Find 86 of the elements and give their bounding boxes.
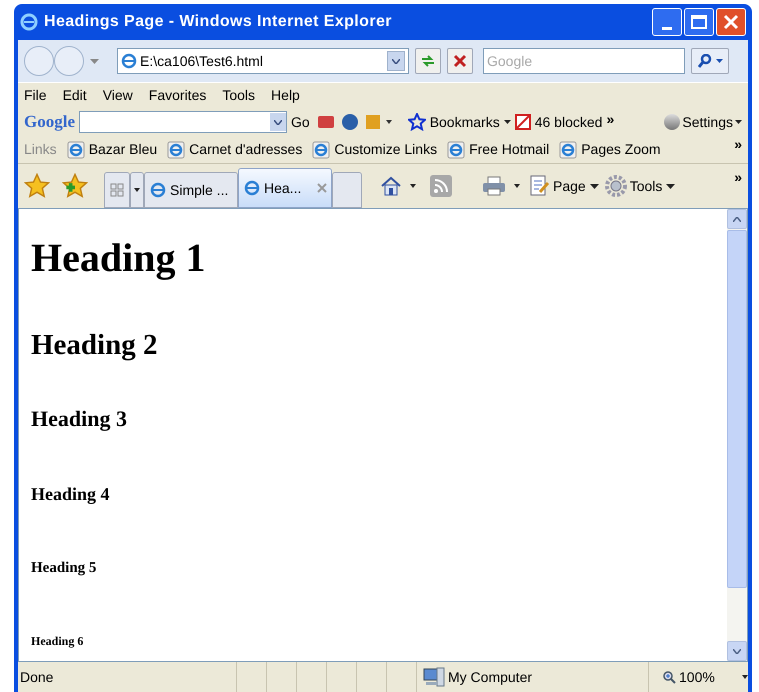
page-menu[interactable]: Page bbox=[553, 176, 586, 196]
caret-icon bbox=[666, 184, 676, 188]
gear-icon bbox=[604, 175, 627, 197]
more-chevron[interactable]: » bbox=[734, 166, 742, 188]
ie-page-icon bbox=[66, 140, 85, 158]
refresh-button[interactable] bbox=[415, 48, 441, 74]
search-button[interactable] bbox=[691, 48, 729, 74]
chevron-down-icon[interactable] bbox=[392, 58, 400, 64]
menu-item[interactable]: Tools bbox=[222, 85, 256, 106]
menu-item[interactable]: View bbox=[102, 85, 133, 106]
scrollbar[interactable] bbox=[727, 209, 747, 661]
grid-icon[interactable] bbox=[110, 183, 124, 197]
search-field[interactable]: Google bbox=[483, 48, 685, 74]
ie-page-icon bbox=[167, 140, 186, 158]
menu-item[interactable]: Favorites bbox=[148, 85, 206, 106]
ie-logo-icon bbox=[243, 179, 261, 197]
caret-icon[interactable] bbox=[504, 120, 511, 124]
links-label: Links bbox=[24, 140, 57, 159]
heading: Heading 6 bbox=[31, 634, 84, 649]
ie-logo-icon bbox=[121, 53, 137, 69]
menu-item[interactable]: File bbox=[24, 85, 47, 106]
bookmarks-menu[interactable]: Bookmarks bbox=[430, 112, 500, 132]
zoom-icon bbox=[663, 670, 676, 684]
caret-icon[interactable] bbox=[742, 675, 748, 679]
minimize-button[interactable] bbox=[652, 8, 682, 36]
tab-list-button[interactable] bbox=[130, 172, 144, 208]
favorites-star-icon[interactable] bbox=[24, 173, 50, 199]
window-title: Headings Page - Windows Internet Explorer bbox=[44, 12, 392, 32]
link-item[interactable]: Bazar Bleu bbox=[88, 139, 158, 160]
more-chevron[interactable]: » bbox=[606, 108, 614, 130]
go-button[interactable]: Go bbox=[291, 112, 310, 132]
heading: Heading 1 bbox=[31, 234, 206, 282]
security-zone: My Computer bbox=[448, 668, 534, 687]
close-tab-icon[interactable] bbox=[317, 183, 327, 193]
dropdown-button[interactable] bbox=[387, 51, 405, 71]
star-icon bbox=[408, 113, 426, 131]
menu-item[interactable]: Edit bbox=[62, 85, 87, 106]
browser-tab[interactable]: Simple ... bbox=[144, 172, 238, 208]
refresh-icon[interactable] bbox=[420, 54, 436, 68]
blocked-icon bbox=[514, 114, 531, 130]
heading: Heading 5 bbox=[31, 559, 98, 578]
google-logo: Google bbox=[24, 111, 75, 134]
heading: Heading 4 bbox=[31, 482, 111, 506]
close-button[interactable] bbox=[716, 8, 746, 36]
chevron-up-icon[interactable] bbox=[733, 216, 741, 222]
link-item[interactable]: Free Hotmail bbox=[469, 139, 550, 160]
settings-icon bbox=[664, 114, 680, 130]
ie-page-icon bbox=[447, 140, 466, 158]
ie-page-icon bbox=[559, 140, 578, 158]
caret-icon bbox=[590, 184, 599, 188]
page-icon bbox=[530, 175, 550, 197]
link-item[interactable]: Carnet d'adresses bbox=[189, 139, 302, 160]
menu-item[interactable]: Help bbox=[271, 85, 300, 106]
status-text: Done bbox=[19, 668, 54, 686]
heading: Heading 3 bbox=[31, 405, 128, 433]
ie-logo-icon bbox=[20, 13, 38, 31]
link-item[interactable]: Customize Links bbox=[334, 139, 438, 160]
caret-icon[interactable] bbox=[514, 184, 520, 188]
search-icon[interactable] bbox=[698, 54, 712, 68]
settings-menu[interactable]: Settings bbox=[682, 112, 733, 132]
link-item[interactable]: Pages Zoom bbox=[581, 139, 661, 160]
add-favorite-icon[interactable] bbox=[62, 173, 88, 199]
caret-icon[interactable] bbox=[735, 120, 742, 124]
more-chevron[interactable]: » bbox=[734, 134, 742, 155]
caret-icon[interactable] bbox=[410, 184, 416, 188]
popup-blocked-count[interactable]: 46 blocked bbox=[534, 112, 602, 132]
caret-icon[interactable] bbox=[716, 59, 722, 63]
caret-icon[interactable] bbox=[134, 188, 140, 192]
address-field[interactable]: E:\ca106\Test6.html bbox=[117, 48, 409, 74]
printer-icon[interactable] bbox=[482, 175, 506, 197]
stop-icon[interactable] bbox=[453, 54, 467, 68]
tools-menu[interactable]: Tools bbox=[630, 176, 662, 196]
ie-page-icon bbox=[312, 140, 330, 158]
chevron-down-icon[interactable] bbox=[733, 648, 741, 654]
heading: Heading 2 bbox=[31, 328, 158, 363]
stop-button[interactable] bbox=[447, 48, 473, 74]
home-icon[interactable] bbox=[380, 175, 402, 197]
maximize-button[interactable] bbox=[684, 8, 714, 36]
feed-icon[interactable] bbox=[430, 175, 452, 197]
chevron-down-icon[interactable] bbox=[274, 120, 282, 124]
ie-logo-icon bbox=[149, 181, 167, 199]
close-icon[interactable] bbox=[723, 14, 739, 30]
browser-tab[interactable]: Hea... bbox=[238, 168, 332, 208]
google-search-field[interactable] bbox=[79, 111, 287, 133]
computer-icon bbox=[423, 667, 445, 687]
zoom-level[interactable]: 100% bbox=[679, 666, 715, 688]
